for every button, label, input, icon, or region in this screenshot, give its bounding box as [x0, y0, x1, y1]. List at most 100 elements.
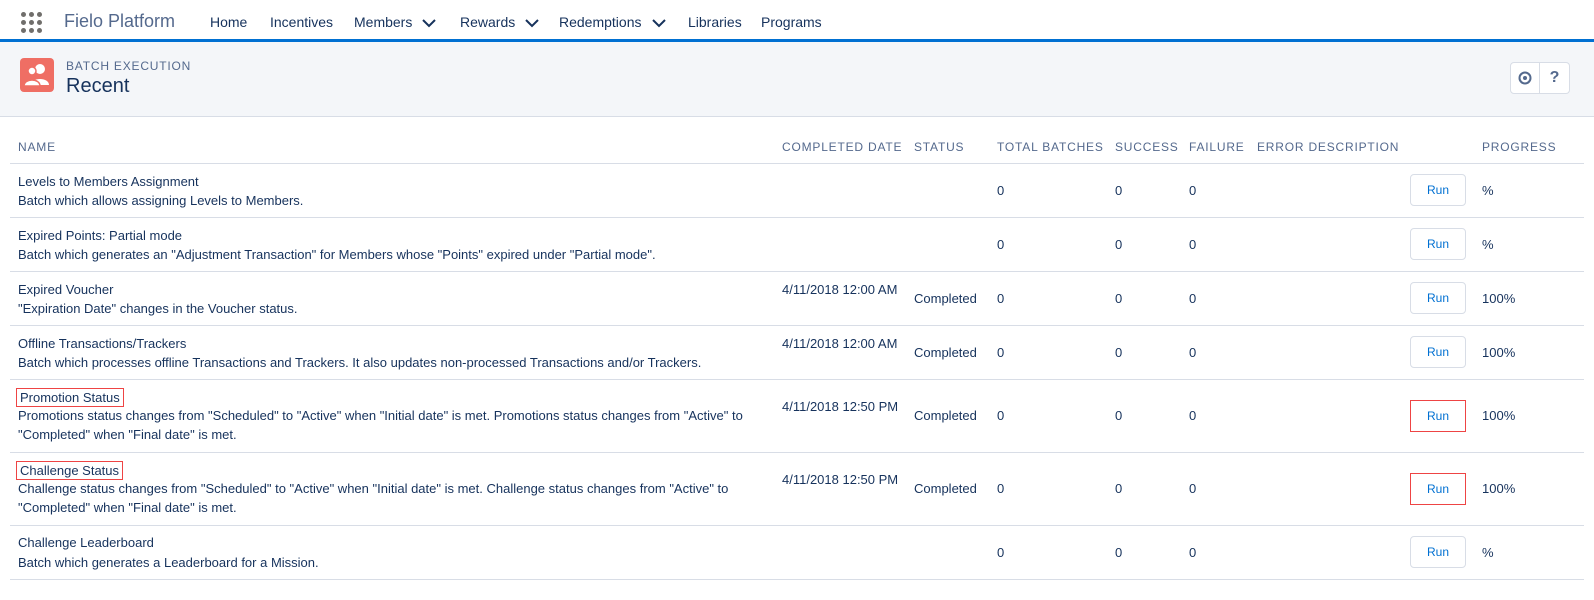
chevron-down-icon[interactable]	[422, 18, 437, 28]
failure-count: 0	[1189, 237, 1197, 252]
nav-label: Incentives	[270, 14, 334, 30]
chevron-down-icon[interactable]	[525, 18, 539, 28]
success-count: 0	[1115, 481, 1123, 496]
nav-label: Home	[210, 14, 248, 30]
nav-item-members[interactable]: Members	[354, 14, 437, 30]
table-row: Levels to Members Assignment Batch which…	[10, 164, 1584, 218]
batch-name: Expired Points: Partial mode	[18, 228, 183, 243]
batch-name: Promotion Status	[16, 388, 124, 407]
app-name: Fielo Platform	[64, 11, 176, 31]
total-batches: 0	[997, 291, 1005, 306]
nav-label: Rewards	[460, 14, 516, 30]
batch-name: Levels to Members Assignment	[18, 174, 199, 189]
success-count: 0	[1115, 291, 1123, 306]
progress-value: 100%	[1482, 481, 1516, 496]
total-batches: 0	[997, 481, 1005, 496]
run-button[interactable]: Run	[1410, 400, 1466, 432]
batch-description: Challenge status changes from "Scheduled…	[18, 481, 729, 515]
run-button[interactable]: Run	[1410, 536, 1466, 568]
table-row: Challenge Leaderboard Batch which genera…	[10, 526, 1584, 580]
total-batches: 0	[997, 545, 1005, 560]
table-header: NAME COMPLETED DATE STATUS TOTAL BATCHES…	[10, 117, 1584, 164]
progress-value: 100%	[1482, 291, 1516, 306]
nav-label: Members	[354, 14, 413, 30]
progress-value: 100%	[1482, 408, 1516, 423]
nav-item-incentives[interactable]: Incentives	[270, 14, 333, 30]
nav-item-libraries[interactable]: Libraries	[688, 14, 742, 30]
failure-count: 0	[1189, 345, 1197, 360]
global-nav: Fielo Platform Home Incentives Members R…	[0, 0, 1594, 42]
guide-button[interactable]	[1510, 62, 1540, 94]
status-text: Completed	[914, 408, 977, 423]
batch-name: Expired Voucher	[18, 282, 114, 297]
users-icon	[20, 58, 54, 92]
status-text: Completed	[914, 345, 977, 360]
batch-description: Batch which processes offline Transactio…	[18, 355, 702, 370]
column-header-status[interactable]: STATUS	[914, 140, 964, 154]
success-count: 0	[1115, 545, 1123, 560]
success-count: 0	[1115, 408, 1123, 423]
failure-count: 0	[1189, 545, 1197, 560]
failure-count: 0	[1189, 481, 1197, 496]
batch-description: Batch which generates an "Adjustment Tra…	[18, 247, 656, 262]
failure-count: 0	[1189, 183, 1197, 198]
help-button[interactable]: ?	[1540, 62, 1570, 94]
table-row: Offline Transactions/Trackers Batch whic…	[10, 326, 1584, 380]
batch-name: Challenge Status	[16, 461, 124, 480]
nav-label: Programs	[761, 14, 822, 30]
app-launcher-icon[interactable]	[21, 12, 43, 34]
run-button[interactable]: Run	[1410, 282, 1466, 314]
table-row: Expired Points: Partial mode Batch which…	[10, 218, 1584, 272]
failure-count: 0	[1189, 291, 1197, 306]
batch-description: Promotions status changes from "Schedule…	[18, 408, 743, 442]
table-row: Challenge Status Challenge status change…	[10, 453, 1584, 526]
success-count: 0	[1115, 183, 1123, 198]
run-button[interactable]: Run	[1410, 174, 1466, 206]
batch-table: NAME COMPLETED DATE STATUS TOTAL BATCHES…	[10, 117, 1584, 580]
batch-name: Offline Transactions/Trackers	[18, 336, 187, 351]
status-text: Completed	[914, 481, 977, 496]
batch-description: Batch which generates a Leaderboard for …	[18, 555, 319, 570]
completed-date: 4/11/2018 12:00 AM	[782, 336, 898, 351]
completed-date: 4/11/2018 12:50 PM	[782, 472, 899, 487]
column-header-success[interactable]: SUCCESS	[1115, 140, 1179, 154]
object-type-label: BATCH EXECUTION	[66, 59, 192, 73]
column-header-failure[interactable]: FAILURE	[1189, 140, 1245, 154]
nav-item-programs[interactable]: Programs	[761, 14, 822, 30]
nav-label: Redemptions	[559, 14, 642, 30]
page-title: Recent	[66, 75, 130, 97]
progress-value: %	[1482, 183, 1494, 198]
column-header-completed-date[interactable]: COMPLETED DATE	[782, 140, 902, 154]
column-header-progress[interactable]: PROGRESS	[1482, 140, 1556, 154]
total-batches: 0	[997, 237, 1005, 252]
chevron-down-icon[interactable]	[651, 18, 666, 28]
lifebuoy-icon	[1518, 71, 1532, 85]
total-batches: 0	[997, 408, 1005, 423]
table-row: Promotion Status Promotions status chang…	[10, 380, 1584, 453]
run-button[interactable]: Run	[1410, 473, 1466, 505]
column-header-name[interactable]: NAME	[18, 140, 56, 154]
batch-description: "Expiration Date" changes in the Voucher…	[18, 301, 298, 316]
run-button[interactable]: Run	[1410, 228, 1466, 260]
progress-value: 100%	[1482, 345, 1516, 360]
success-count: 0	[1115, 237, 1123, 252]
run-button[interactable]: Run	[1410, 336, 1466, 368]
batch-name: Challenge Leaderboard	[18, 535, 154, 550]
success-count: 0	[1115, 345, 1123, 360]
status-text: Completed	[914, 291, 977, 306]
progress-value: %	[1482, 545, 1494, 560]
help-icon: ?	[1549, 69, 1560, 86]
completed-date: 4/11/2018 12:00 AM	[782, 282, 898, 297]
total-batches: 0	[997, 345, 1005, 360]
column-header-error-description[interactable]: ERROR DESCRIPTION	[1257, 140, 1399, 154]
completed-date: 4/11/2018 12:50 PM	[782, 399, 899, 414]
nav-item-redemptions[interactable]: Redemptions	[559, 14, 666, 30]
column-header-total-batches[interactable]: TOTAL BATCHES	[997, 140, 1104, 154]
nav-item-rewards[interactable]: Rewards	[460, 14, 539, 30]
header-button-group: ?	[1510, 62, 1570, 94]
page-header: BATCH EXECUTION Recent ?	[0, 42, 1594, 117]
nav-item-home[interactable]: Home	[210, 14, 247, 30]
table-row: Expired Voucher "Expiration Date" change…	[10, 272, 1584, 326]
progress-value: %	[1482, 237, 1494, 252]
total-batches: 0	[997, 183, 1005, 198]
